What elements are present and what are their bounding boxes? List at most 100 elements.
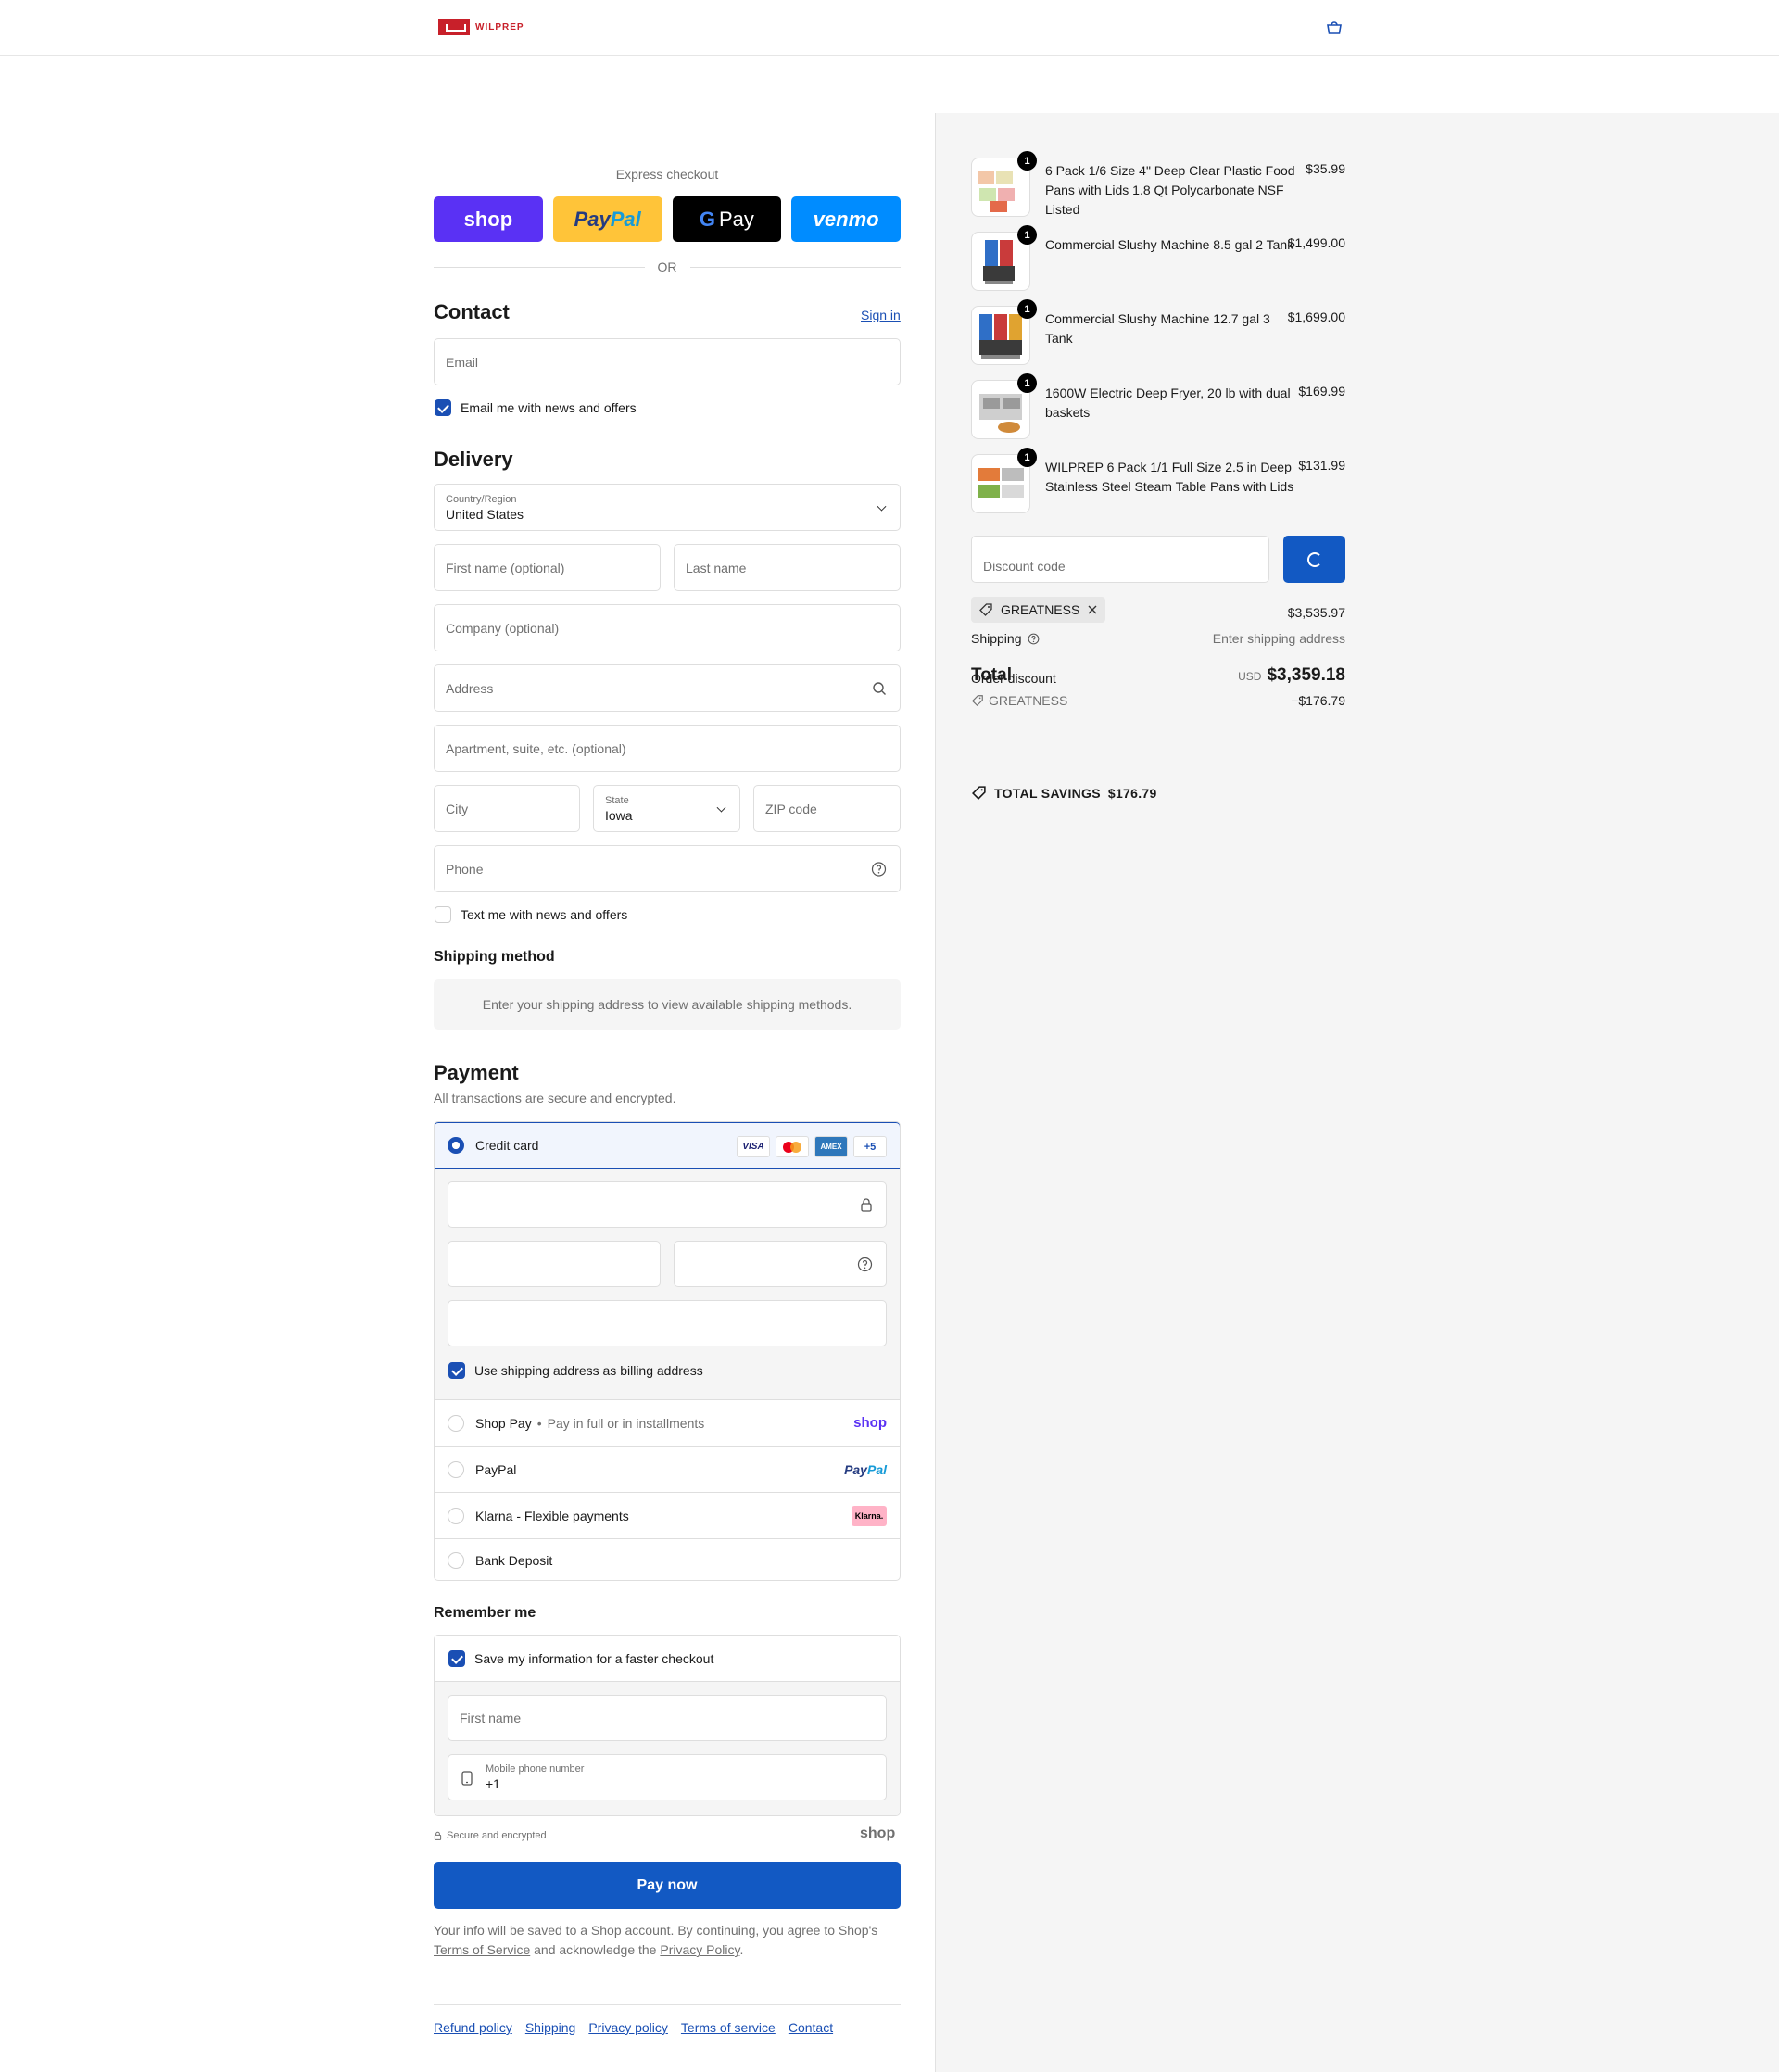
- footer-shipping[interactable]: Shipping: [525, 2020, 576, 2035]
- radio-selected[interactable]: [448, 1137, 464, 1154]
- quantity-badge: 1: [1017, 225, 1037, 245]
- checkbox-checked[interactable]: [435, 399, 451, 416]
- footer-privacy-policy[interactable]: Privacy policy: [588, 2020, 668, 2035]
- company-field[interactable]: Company (optional): [434, 604, 901, 651]
- footer-refund-policy[interactable]: Refund policy: [434, 2020, 512, 2035]
- lock-icon: [434, 1831, 442, 1840]
- billing-address-checkbox[interactable]: Use shipping address as billing address: [448, 1362, 703, 1379]
- email-placeholder: Email: [446, 354, 479, 370]
- item-name: 6 Pack 1/6 Size 4" Deep Clear Plastic Fo…: [1045, 163, 1295, 217]
- security-code-field[interactable]: [674, 1241, 887, 1287]
- apartment-placeholder: Apartment, suite, etc. (optional): [446, 740, 626, 756]
- item-price: $131.99: [1298, 458, 1345, 473]
- google-pay-button[interactable]: G Pay: [672, 196, 782, 242]
- more-cards-badge[interactable]: +5: [853, 1136, 887, 1157]
- apartment-field[interactable]: Apartment, suite, etc. (optional): [434, 725, 901, 772]
- company-placeholder: Company (optional): [446, 620, 560, 636]
- paypal-text-b: Pal: [610, 207, 641, 231]
- help-circle-icon[interactable]: [1028, 633, 1040, 645]
- billing-label: Use shipping address as billing address: [474, 1363, 703, 1378]
- checkbox-checked[interactable]: [448, 1362, 465, 1379]
- help-circle-icon[interactable]: [857, 1257, 873, 1272]
- currency-code: USD: [1238, 670, 1262, 683]
- card-brands: VISA AMEX +5: [737, 1136, 887, 1157]
- footer-links: Refund policy Shipping Privacy policy Te…: [434, 2020, 833, 2035]
- quantity-badge: 1: [1017, 448, 1037, 467]
- last-name-placeholder: Last name: [686, 560, 747, 575]
- google-g-icon: G: [699, 207, 715, 231]
- footer-contact[interactable]: Contact: [789, 2020, 833, 2035]
- klarna-option[interactable]: Klarna - Flexible payments Klarna.: [435, 1493, 900, 1539]
- express-checkout-title: Express checkout: [615, 167, 719, 182]
- shop-pay-option[interactable]: Shop Pay • Pay in full or in installment…: [435, 1400, 900, 1447]
- bank-deposit-option[interactable]: Bank Deposit: [435, 1539, 900, 1580]
- item-price: $1,699.00: [1287, 310, 1345, 324]
- state-value: Iowa: [605, 807, 633, 823]
- address-field[interactable]: Address: [434, 664, 901, 712]
- brand-logo[interactable]: WILPREP: [438, 19, 524, 35]
- state-select[interactable]: State Iowa: [593, 785, 740, 832]
- credit-card-form: Use shipping address as billing address: [435, 1169, 900, 1400]
- mobile-phone-field[interactable]: Mobile phone number +1: [448, 1754, 887, 1800]
- credit-card-option[interactable]: Credit card VISA AMEX +5: [435, 1122, 900, 1169]
- help-circle-icon[interactable]: [871, 861, 887, 877]
- paypal-button[interactable]: Pay Pal: [552, 196, 662, 242]
- country-select[interactable]: Country/Region United States: [434, 484, 901, 531]
- total-value: USD $3,359.18: [1238, 665, 1345, 686]
- venmo-button[interactable]: venmo: [791, 196, 901, 242]
- last-name-field[interactable]: Last name: [674, 544, 901, 591]
- country-label: Country/Region: [446, 493, 517, 505]
- card-number-field[interactable]: [448, 1181, 887, 1228]
- mobile-phone-value: +1: [486, 1776, 500, 1791]
- radio-unselected[interactable]: [448, 1507, 464, 1524]
- shop-pay-button[interactable]: shop: [434, 196, 543, 242]
- cart-bag-icon[interactable]: [1325, 19, 1344, 35]
- legal-text-b: and acknowledge the: [534, 1942, 657, 1957]
- remember-first-name-field[interactable]: First name: [448, 1695, 887, 1741]
- save-info-label: Save my information for a faster checkou…: [474, 1651, 714, 1666]
- discount-line-code: GREATNESS: [989, 693, 1068, 708]
- checkbox-checked[interactable]: [448, 1650, 465, 1667]
- email-field[interactable]: Email: [434, 338, 901, 385]
- terms-link[interactable]: Terms of Service: [434, 1942, 530, 1957]
- pay-now-button[interactable]: Pay now: [434, 1862, 901, 1909]
- lock-icon: [861, 1198, 872, 1212]
- cart-item: 1 WILPREP 6 Pack 1/1 Full Size 2.5 in De…: [971, 448, 1345, 513]
- remember-me-header: Save my information for a faster checkou…: [435, 1636, 900, 1682]
- credit-card-label: Credit card: [475, 1138, 539, 1153]
- klarna-label: Klarna - Flexible payments: [475, 1508, 629, 1523]
- privacy-link[interactable]: Privacy Policy: [660, 1942, 739, 1957]
- sign-in-link[interactable]: Sign in: [861, 308, 901, 322]
- phone-field[interactable]: Phone: [434, 845, 901, 892]
- first-name-field[interactable]: First name (optional): [434, 544, 661, 591]
- legal-text-a: Your info will be saved to a Shop accoun…: [434, 1923, 878, 1938]
- radio-unselected[interactable]: [448, 1460, 464, 1478]
- save-info-checkbox[interactable]: Save my information for a faster checkou…: [448, 1650, 713, 1667]
- paypal-option[interactable]: PayPal PayPal: [435, 1447, 900, 1493]
- visa-icon: VISA: [737, 1136, 770, 1157]
- discount-code-field[interactable]: Discount code: [971, 536, 1269, 583]
- item-price: $169.99: [1298, 384, 1345, 398]
- item-price: $1,499.00: [1287, 235, 1345, 250]
- email-news-checkbox[interactable]: Email me with news and offers: [435, 399, 637, 416]
- checkbox-unchecked[interactable]: [435, 906, 451, 923]
- text-news-checkbox[interactable]: Text me with news and offers: [435, 906, 627, 923]
- city-field[interactable]: City: [434, 785, 580, 832]
- footer-terms-of-service[interactable]: Terms of service: [681, 2020, 776, 2035]
- radio-unselected[interactable]: [448, 1552, 464, 1569]
- loading-spinner-icon: [1306, 551, 1322, 567]
- total-label: Total: [971, 665, 1012, 685]
- name-on-card-field[interactable]: [448, 1300, 887, 1346]
- item-name: WILPREP 6 Pack 1/1 Full Size 2.5 in Deep…: [1045, 460, 1294, 494]
- shop-pay-logo: shop: [853, 1415, 887, 1431]
- quantity-badge: 1: [1017, 299, 1037, 319]
- or-text: OR: [657, 259, 677, 274]
- cart-item: 1 Commercial Slushy Machine 8.5 gal 2 Ta…: [971, 225, 1345, 291]
- payment-title: Payment: [434, 1061, 519, 1084]
- shipping-row: Shipping Enter shipping address: [971, 631, 1345, 646]
- mastercard-icon: [776, 1136, 809, 1157]
- radio-unselected[interactable]: [448, 1414, 464, 1432]
- zip-field[interactable]: ZIP code: [753, 785, 901, 832]
- expiration-field[interactable]: [448, 1241, 661, 1287]
- apply-discount-button[interactable]: [1283, 536, 1345, 583]
